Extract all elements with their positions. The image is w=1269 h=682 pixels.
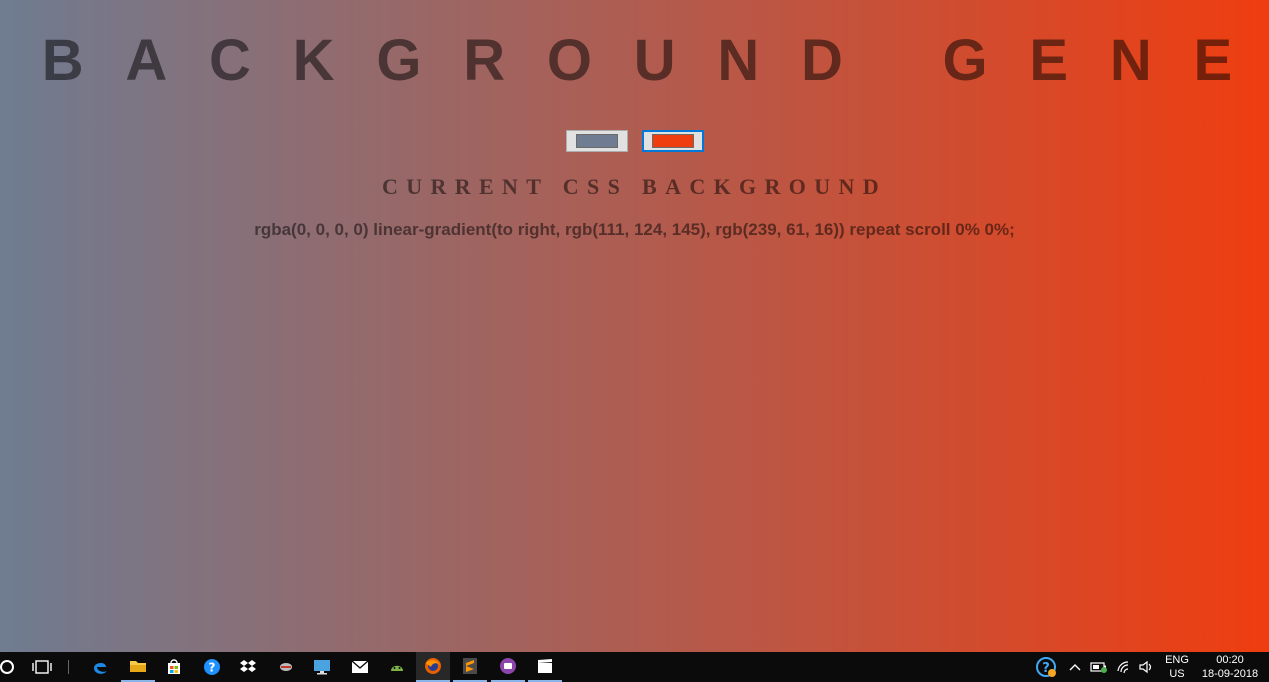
volume-icon[interactable] <box>1136 652 1156 682</box>
app-icon[interactable] <box>269 652 303 682</box>
language-indicator[interactable]: ENG US <box>1160 652 1194 682</box>
css-heading: CURRENT CSS BACKGROUND <box>381 174 887 199</box>
edge-icon[interactable] <box>83 652 117 682</box>
mail-icon[interactable] <box>343 652 377 682</box>
language-region: US <box>1169 668 1185 680</box>
show-hidden-icons-chevron-icon[interactable] <box>1066 652 1084 682</box>
taskbar-divider <box>68 660 69 674</box>
color-picker-1[interactable] <box>566 130 628 152</box>
css-output-text: rgba(0, 0, 0, 0) linear-gradient(to righ… <box>254 220 1015 239</box>
page-background: BACKGROUND GENERATOR CURRENT CSS BACKGRO… <box>0 0 1269 652</box>
sublime-text-icon[interactable] <box>453 652 487 682</box>
firefox-icon[interactable] <box>416 652 450 682</box>
help-icon[interactable]: ? <box>195 652 229 682</box>
wifi-icon[interactable] <box>1114 652 1134 682</box>
clock[interactable]: 00:20 18-09-2018 <box>1198 652 1262 682</box>
color-swatch-1 <box>576 134 618 148</box>
battery-icon[interactable] <box>1089 652 1109 682</box>
color-picker-2[interactable] <box>642 130 704 152</box>
help-tray-icon[interactable]: ? <box>1033 652 1059 682</box>
file-explorer-icon[interactable] <box>121 652 155 682</box>
color-swatch-2 <box>652 134 694 148</box>
remote-desktop-icon[interactable] <box>305 652 339 682</box>
dropbox-icon[interactable] <box>231 652 265 682</box>
task-view-icon[interactable] <box>25 652 59 682</box>
clock-date: 18-09-2018 <box>1201 668 1259 680</box>
app-purple-icon[interactable] <box>491 652 525 682</box>
clapperboard-icon[interactable] <box>528 652 562 682</box>
android-studio-icon[interactable] <box>380 652 414 682</box>
svg-text:?: ? <box>209 661 216 675</box>
cortana-icon[interactable] <box>0 652 24 682</box>
page-title: BACKGROUND GENERATOR <box>41 28 1269 93</box>
clock-time: 00:20 <box>1216 654 1244 666</box>
store-icon[interactable] <box>157 652 191 682</box>
language-code: ENG <box>1165 654 1189 666</box>
taskbar: ? ? ENG US 00:20 18-09-2018 <box>0 652 1269 682</box>
